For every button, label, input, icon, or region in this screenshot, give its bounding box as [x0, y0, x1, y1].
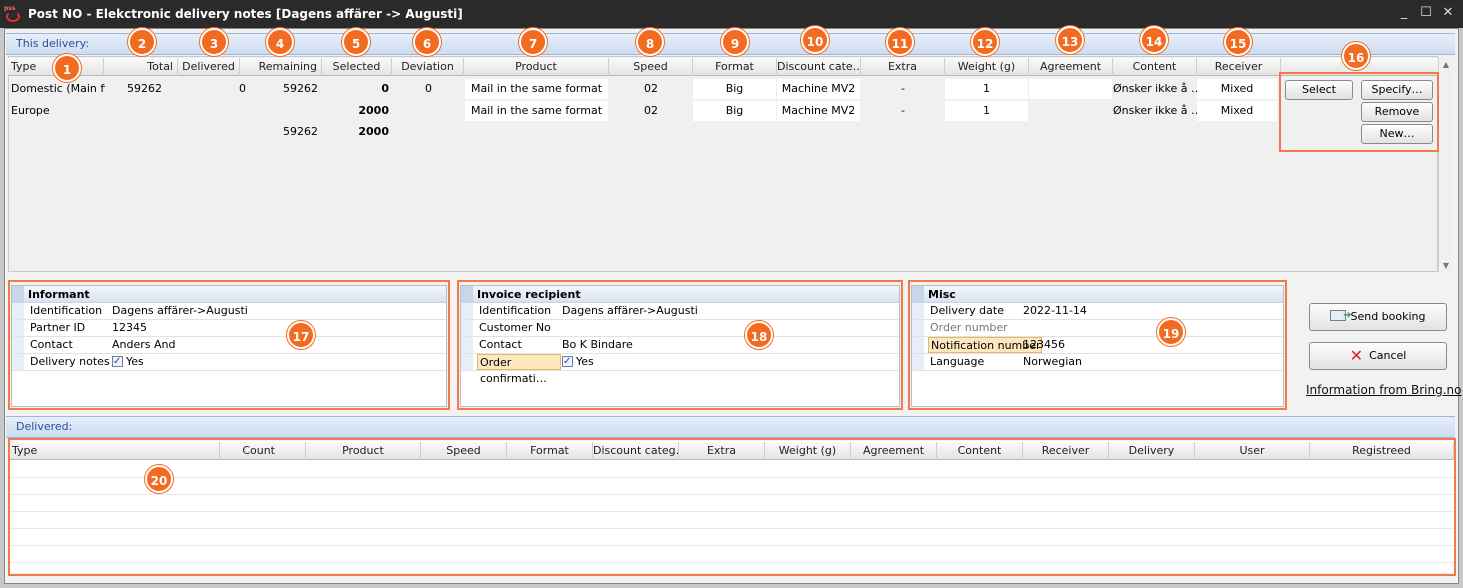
invoice-key: Contact	[479, 338, 522, 351]
dcol-type[interactable]: Type	[10, 442, 220, 460]
invoice-contact-value[interactable]: Bo K Bindare	[562, 337, 633, 353]
dcol-discount[interactable]: Discount categ…	[593, 442, 679, 460]
new-button[interactable]: New…	[1361, 124, 1433, 144]
col-content[interactable]: Content	[1113, 58, 1197, 76]
delivered-column-header: Type Count Product Speed Format Discount…	[10, 442, 1454, 460]
annotation-badge: 1	[53, 54, 81, 82]
annotation-badge: 8	[636, 28, 664, 56]
dcol-delivery[interactable]: Delivery	[1109, 442, 1195, 460]
dcol-weight[interactable]: Weight (g)	[765, 442, 851, 460]
informant-key: Contact	[30, 338, 73, 351]
dcol-agreement[interactable]: Agreement	[851, 442, 937, 460]
specify-button[interactable]: Specify…	[1361, 80, 1433, 100]
dcol-speed[interactable]: Speed	[421, 442, 507, 460]
misc-panel: Misc Delivery date 2022-11-14 Order numbe…	[911, 285, 1284, 407]
dcol-user[interactable]: User	[1195, 442, 1310, 460]
misc-key: Order number	[930, 321, 1008, 334]
col-speed[interactable]: Speed	[609, 58, 693, 76]
delivery-notes-checkbox[interactable]	[112, 354, 123, 370]
invoice-identification-value[interactable]: Dagens affärer->Augusti	[562, 303, 698, 319]
col-extra[interactable]: Extra	[861, 58, 945, 76]
informant-panel: Informant Identification Dagens affärer->…	[11, 285, 447, 407]
annotation-badge: 17	[287, 321, 315, 349]
misc-key: Language	[930, 355, 985, 368]
send-booking-button[interactable]: ➔ Send booking	[1309, 303, 1447, 331]
informant-identification-value[interactable]: Dagens affärer->Augusti	[112, 303, 248, 319]
dcol-format[interactable]: Format	[507, 442, 593, 460]
cancel-button[interactable]: ✕ Cancel	[1309, 342, 1447, 370]
dcol-registreed[interactable]: Registreed	[1310, 442, 1454, 460]
dcol-product[interactable]: Product	[306, 442, 421, 460]
col-receiver[interactable]: Receiver	[1197, 58, 1281, 76]
invoice-recipient-panel: Invoice recipient Identification Dagens a…	[460, 285, 900, 407]
notification-number-value[interactable]: 123456	[1023, 337, 1065, 353]
annotation-badge: 19	[1157, 318, 1185, 346]
invoice-key: Customer No	[479, 321, 551, 334]
delivery-date-value[interactable]: 2022-11-14	[1023, 303, 1087, 319]
annotation-badge: 11	[886, 28, 914, 56]
language-value[interactable]: Norwegian	[1023, 354, 1082, 370]
delivered-header: Delivered:	[6, 416, 1455, 438]
annotation-badge: 18	[745, 321, 773, 349]
col-format[interactable]: Format	[693, 58, 777, 76]
annotation-badge: 10	[801, 26, 829, 54]
annotation-badge: 3	[200, 28, 228, 56]
informant-key: Identification	[30, 304, 103, 317]
send-booking-icon: ➔	[1330, 310, 1351, 321]
minimize-icon[interactable]: _	[1397, 5, 1411, 20]
annotation-badge: 6	[413, 28, 441, 56]
app-logo-icon: pss	[4, 5, 22, 23]
col-discount[interactable]: Discount cate…	[777, 58, 861, 76]
misc-key: Delivery date	[930, 304, 1004, 317]
col-agreement[interactable]: Agreement	[1029, 58, 1113, 76]
bring-info-link[interactable]: Information from Bring.no	[1306, 383, 1462, 397]
annotation-badge: 20	[145, 465, 173, 493]
informant-title: Informant	[28, 288, 90, 301]
annotation-badge: 9	[721, 28, 749, 56]
cancel-icon: ✕	[1349, 346, 1364, 365]
informant-key: Delivery notes	[30, 355, 110, 368]
window-title: Post NO - Elekctronic delivery notes [Da…	[28, 7, 463, 21]
annotation-badge: 14	[1140, 26, 1168, 54]
informant-contact-value[interactable]: Anders And	[112, 337, 175, 353]
informant-partner-id-value[interactable]: 12345	[112, 320, 147, 336]
informant-key: Partner ID	[30, 321, 86, 334]
col-deviation[interactable]: Deviation	[392, 58, 464, 76]
annotation-badge: 4	[266, 28, 294, 56]
annotation-badge: 5	[342, 28, 370, 56]
invoice-title: Invoice recipient	[477, 288, 581, 301]
dcol-content[interactable]: Content	[937, 442, 1023, 460]
annotation-badge: 15	[1224, 28, 1252, 56]
scroll-up-icon[interactable]: ▲	[1439, 60, 1453, 69]
annotation-badge: 2	[128, 28, 156, 56]
col-selected[interactable]: Selected	[322, 58, 392, 76]
remove-button[interactable]: Remove	[1361, 102, 1433, 122]
dcol-extra[interactable]: Extra	[679, 442, 765, 460]
maximize-icon[interactable]: ☐	[1419, 5, 1433, 20]
col-product[interactable]: Product	[464, 58, 609, 76]
col-weight[interactable]: Weight (g)	[945, 58, 1029, 76]
scroll-down-icon[interactable]: ▼	[1439, 261, 1453, 270]
misc-title: Misc	[928, 288, 956, 301]
dcol-count[interactable]: Count	[220, 442, 306, 460]
col-delivered[interactable]: Delivered	[178, 58, 240, 76]
col-remaining[interactable]: Remaining	[240, 58, 322, 76]
invoice-key: Order confirmati…	[477, 354, 561, 385]
delivery-scrollbar[interactable]: ▲ ▼	[1438, 58, 1452, 272]
annotation-badge: 12	[971, 28, 999, 56]
col-total[interactable]: Total	[104, 58, 178, 76]
dcol-receiver[interactable]: Receiver	[1023, 442, 1109, 460]
annotation-badge: 16	[1342, 42, 1370, 70]
invoice-key: Identification	[479, 304, 552, 317]
delivered-grid	[10, 441, 1454, 573]
annotation-badge: 7	[519, 28, 547, 56]
close-icon[interactable]: ✕	[1441, 5, 1455, 20]
annotation-badge: 13	[1056, 26, 1084, 54]
select-button[interactable]: Select	[1285, 80, 1353, 100]
this-delivery-column-header: Type Total Delivered Remaining Selected …	[8, 58, 1438, 76]
title-bar: pss Post NO - Elekctronic delivery notes…	[0, 0, 1463, 28]
order-confirmation-checkbox[interactable]	[562, 354, 573, 370]
